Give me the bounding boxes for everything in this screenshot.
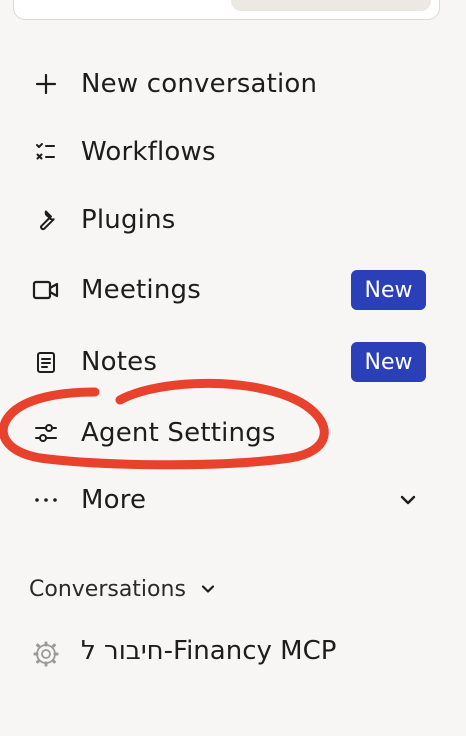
search-box[interactable]: [13, 0, 440, 20]
notes-item[interactable]: Notes New: [0, 334, 466, 390]
plus-icon: [31, 69, 61, 99]
chevron-down-icon: [198, 579, 218, 599]
plugins-label: Plugins: [81, 205, 176, 235]
chevron-down-icon[interactable]: [396, 488, 420, 512]
conversation-item[interactable]: חיבור ל-Financy MCP: [0, 628, 466, 678]
new-badge: New: [351, 270, 426, 310]
meetings-item[interactable]: Meetings New: [0, 262, 466, 318]
ellipsis-icon: [31, 485, 61, 515]
sliders-icon: [31, 418, 61, 448]
workflows-item[interactable]: Workflows: [0, 124, 466, 180]
workflows-label: Workflows: [81, 137, 216, 167]
more-item[interactable]: More: [0, 472, 466, 528]
video-camera-icon: [31, 275, 61, 305]
sidebar: New conversation Workflows Plugins Meeti…: [0, 0, 466, 736]
new-conversation-label: New conversation: [81, 69, 318, 99]
search-box-button[interactable]: [231, 0, 431, 11]
new-conversation-item[interactable]: New conversation: [0, 56, 466, 112]
meetings-label: Meetings: [81, 275, 201, 305]
notes-label: Notes: [81, 347, 158, 377]
new-badge: New: [351, 342, 426, 382]
checklist-icon: [31, 137, 61, 167]
note-icon: [31, 347, 61, 377]
gear-icon: [31, 639, 61, 669]
agent-settings-item[interactable]: Agent Settings: [0, 405, 466, 461]
agent-settings-label: Agent Settings: [81, 418, 276, 448]
more-label: More: [81, 485, 147, 515]
conversation-title: חיבור ל-Financy MCP: [81, 636, 337, 666]
wrench-icon: [31, 205, 61, 235]
conversations-header-label: Conversations: [29, 576, 186, 602]
plugins-item[interactable]: Plugins: [0, 192, 466, 248]
conversations-header[interactable]: Conversations: [29, 572, 218, 606]
